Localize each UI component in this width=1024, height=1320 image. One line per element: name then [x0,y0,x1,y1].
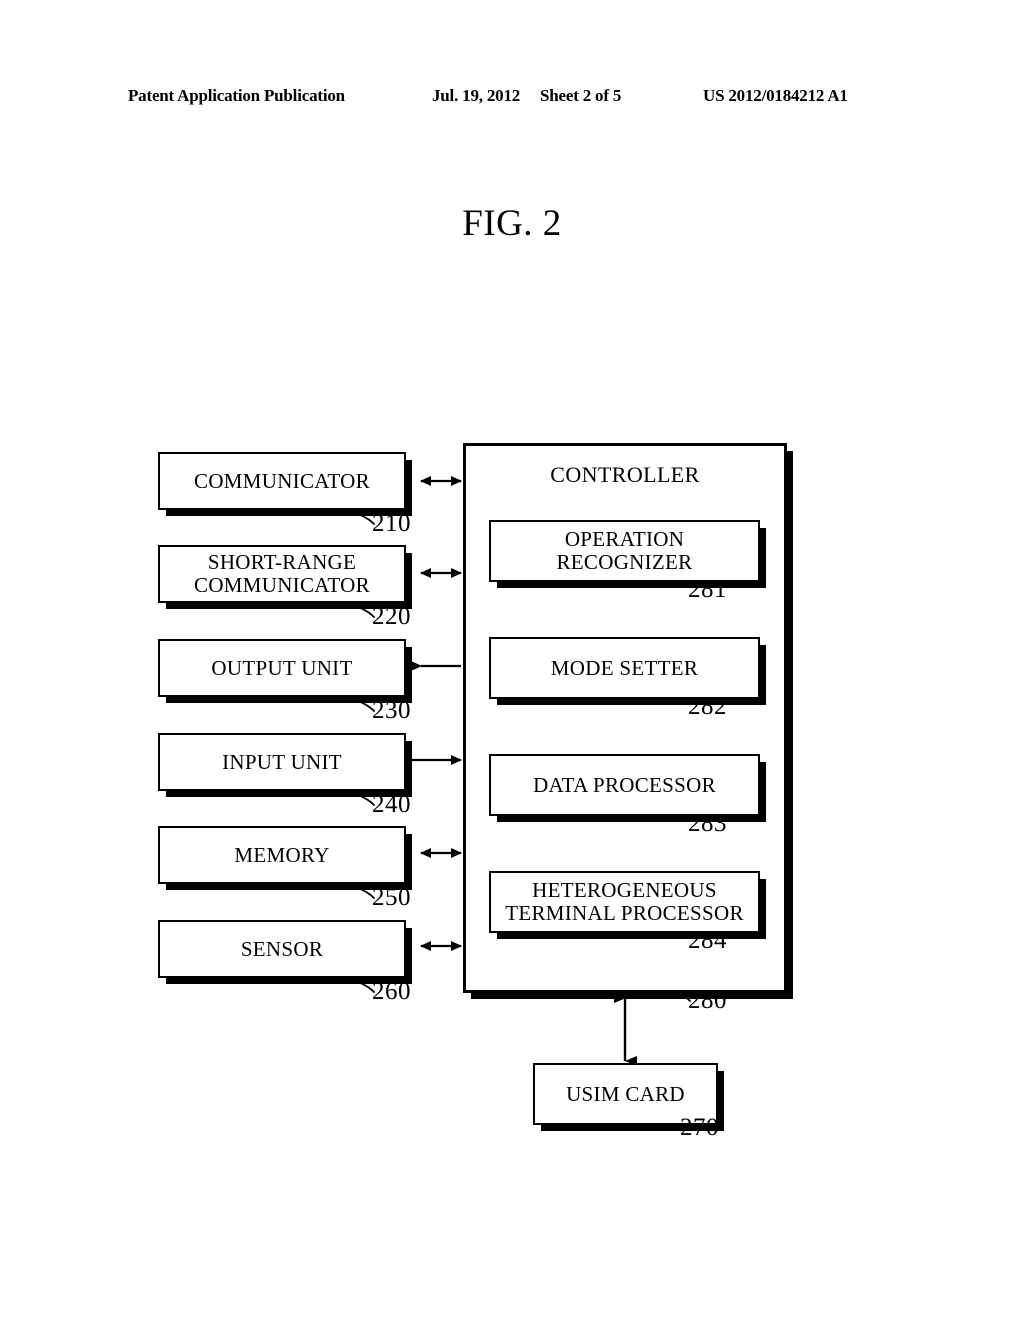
block-operation-recognizer[interactable]: OPERATION RECOGNIZER [489,520,760,582]
block-short-range-communicator-label: SHORT-RANGE COMMUNICATOR [194,550,370,597]
refnum-280: 280 [688,987,727,1014]
leader-260 [351,979,375,993]
document-number: US 2012/0184212 A1 [703,86,848,105]
refnum-282: 282 [688,693,727,720]
block-data-processor-label: DATA PROCESSOR [533,772,716,797]
publication-label: Patent Application Publication [128,86,345,105]
refnum-270: 270 [680,1114,719,1141]
refnum-284: 284 [688,927,727,954]
block-memory[interactable]: MEMORY [158,826,406,884]
block-mode-setter[interactable]: MODE SETTER [489,637,760,699]
leader-210 [351,511,375,525]
refnum-240: 240 [372,791,411,818]
leader-240 [351,792,375,806]
refnum-210: 210 [372,510,411,537]
sheet-number: Sheet 2 of 5 [540,86,622,105]
figure-title: FIG. 2 [462,203,562,244]
refnum-220: 220 [372,603,411,630]
block-sensor-label: SENSOR [240,936,324,961]
block-heterogeneous-terminal-processor[interactable]: HETEROGENEOUS TERMINAL PROCESSOR [489,871,760,933]
block-sensor[interactable]: SENSOR [158,920,406,978]
block-operation-recognizer-label: OPERATION RECOGNIZER [556,527,693,574]
publication-header: Patent Application Publication Jul. 19, … [0,86,1024,112]
block-communicator[interactable]: COMMUNICATOR [158,452,406,510]
block-heterogeneous-terminal-processor-label: HETEROGENEOUS TERMINAL PROCESSOR [505,878,744,925]
block-data-processor[interactable]: DATA PROCESSOR [489,754,760,816]
refnum-283: 283 [688,810,727,837]
block-short-range-communicator[interactable]: SHORT-RANGE COMMUNICATOR [158,545,406,603]
block-memory-label: MEMORY [234,842,330,867]
block-communicator-label: COMMUNICATOR [194,468,370,493]
block-usim-card-label: USIM CARD [566,1081,685,1106]
refnum-230: 230 [372,697,411,724]
leader-250 [351,885,375,899]
block-output-unit[interactable]: OUTPUT UNIT [158,639,406,697]
refnum-281: 281 [688,576,727,603]
block-input-unit-label: INPUT UNIT [222,749,342,774]
block-input-unit[interactable]: INPUT UNIT [158,733,406,791]
block-mode-setter-label: MODE SETTER [550,655,699,680]
block-output-unit-label: OUTPUT UNIT [211,655,353,680]
publication-date: Jul. 19, 2012 [432,86,521,105]
refnum-250: 250 [372,884,411,911]
refnum-260: 260 [372,978,411,1005]
block-controller[interactable]: CONTROLLER OPERATION RECOGNIZER MODE SET… [463,443,787,993]
block-controller-label: CONTROLLER [550,462,700,487]
leader-230 [351,698,375,712]
leader-220 [351,604,375,618]
